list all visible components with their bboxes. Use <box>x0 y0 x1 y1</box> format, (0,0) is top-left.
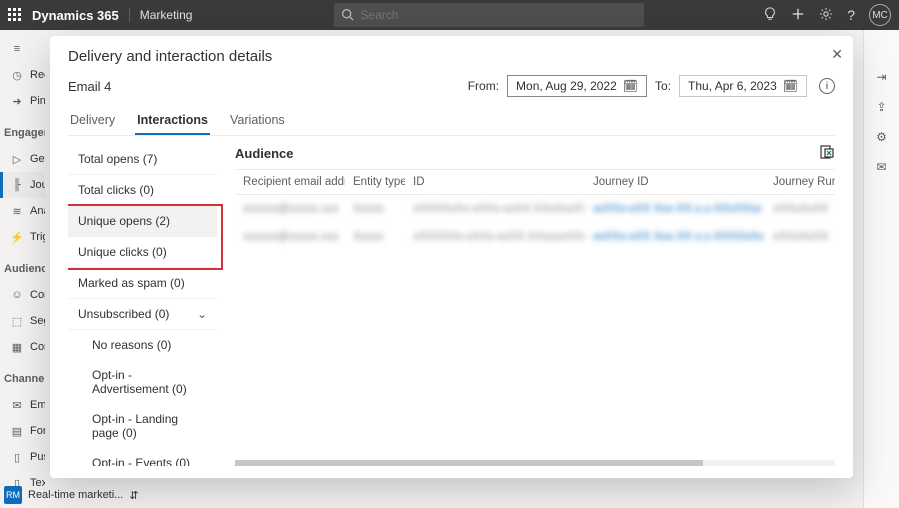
horizontal-scrollbar[interactable] <box>235 460 835 466</box>
calendar-icon: 🗓 <box>783 79 798 93</box>
metric-optin-ad[interactable]: Opt-in - Advertisement (0) <box>68 360 217 404</box>
audience-table: Recipient email address Entity type ID J… <box>235 169 835 251</box>
audience-panel: Audience Recipient email address Entity … <box>223 144 835 466</box>
close-button[interactable]: ✕ <box>831 46 843 63</box>
to-date-value: Thu, Apr 6, 2023 <box>688 79 777 93</box>
nav-analytics[interactable]: ≋Ana <box>0 198 45 224</box>
nav-contacts[interactable]: ☺Con <box>0 282 45 308</box>
from-date-picker[interactable]: Mon, Aug 29, 2022 🗓 <box>507 75 647 97</box>
nav-recent[interactable]: ◷Rec <box>0 62 45 88</box>
col-journey-run[interactable]: Journey Run <box>765 170 835 195</box>
area-label: Real-time marketi... <box>28 489 123 501</box>
metric-total-clicks[interactable]: Total clicks (0) <box>68 175 217 206</box>
col-entity-type[interactable]: Entity type <box>345 170 405 195</box>
metric-unique-opens[interactable]: Unique opens (2) <box>68 206 217 237</box>
modal-tabs: Delivery Interactions Variations <box>68 107 835 136</box>
nav-triggers[interactable]: ⚡Trig <box>0 224 45 250</box>
rail-export-icon[interactable]: ⇪ <box>876 100 886 114</box>
chevron-updown-icon: ⇵ <box>129 489 138 502</box>
rail-expand-icon[interactable]: ⇥ <box>876 70 886 84</box>
nav-header-audience: Audienc <box>0 256 45 282</box>
nav-consent[interactable]: ▦Con <box>0 334 45 360</box>
nav-header-engagement: Engagem <box>0 120 45 146</box>
lightbulb-icon[interactable] <box>763 7 777 24</box>
export-excel-icon[interactable] <box>819 144 835 163</box>
nav-hamburger[interactable]: ≡ <box>0 36 45 62</box>
nav-journeys[interactable]: ╟Jou <box>0 172 45 198</box>
search-box[interactable] <box>334 3 644 27</box>
app-launcher-icon[interactable] <box>8 8 22 22</box>
metric-unique-clicks[interactable]: Unique clicks (0) <box>68 237 217 268</box>
metric-optin-landing[interactable]: Opt-in - Landing page (0) <box>68 404 217 448</box>
rail-mail-icon[interactable]: ✉ <box>876 160 886 174</box>
plus-icon[interactable] <box>791 7 805 24</box>
tab-interactions[interactable]: Interactions <box>135 107 210 135</box>
details-modal: ✕ Delivery and interaction details Email… <box>50 36 853 478</box>
metric-no-reasons[interactable]: No reasons (0) <box>68 330 217 360</box>
top-bar: Dynamics 365 Marketing ? MC <box>0 0 899 30</box>
metrics-list: Total opens (7) Total clicks (0) Unique … <box>68 144 223 466</box>
chevron-down-icon: ⌄ <box>197 307 207 321</box>
tab-delivery[interactable]: Delivery <box>68 107 117 135</box>
from-date-value: Mon, Aug 29, 2022 <box>516 79 617 93</box>
tab-variations[interactable]: Variations <box>228 107 287 135</box>
avatar[interactable]: MC <box>869 4 891 26</box>
calendar-icon: 🗓 <box>623 79 638 93</box>
audience-title: Audience <box>235 146 294 161</box>
col-journey-id[interactable]: Journey ID <box>585 170 765 195</box>
left-nav: ≡ ◷Rec ➜Pin Engagem ▷Get ╟Jou ≋Ana ⚡Trig… <box>0 30 45 508</box>
gear-icon[interactable] <box>819 7 833 24</box>
brand: Dynamics 365 Marketing <box>8 8 192 23</box>
search-icon <box>341 8 354 24</box>
modal-title: Delivery and interaction details <box>68 48 835 65</box>
app-name: Marketing <box>129 8 193 22</box>
to-date-picker[interactable]: Thu, Apr 6, 2023 🗓 <box>679 75 807 97</box>
nav-segments[interactable]: ⬚Seg <box>0 308 45 334</box>
nav-forms[interactable]: ▤For <box>0 418 45 444</box>
table-row[interactable]: xxxxxx@xxxxx.xxx Xxxxx xXXXXxXx-xXXx-xxX… <box>235 195 835 224</box>
nav-emails[interactable]: ✉Em <box>0 392 45 418</box>
table-row[interactable]: xxxxxx@xxxxx.xxx Xxxxx xXXXXXx-xXXx-xxXX… <box>235 223 835 251</box>
brand-text: Dynamics 365 <box>32 8 119 23</box>
metric-marked-spam[interactable]: Marked as spam (0) <box>68 268 217 299</box>
help-icon[interactable]: ? <box>847 7 855 23</box>
area-badge: RM <box>4 486 22 504</box>
search-input[interactable] <box>334 3 644 27</box>
col-recipient[interactable]: Recipient email address <box>235 170 345 195</box>
area-switcher[interactable]: RM Real-time marketi... ⇵ <box>4 486 139 504</box>
right-rail: ⇥ ⇪ ⚙ ✉ <box>863 30 899 508</box>
metric-unsubscribed[interactable]: Unsubscribed (0)⌄ <box>68 299 217 330</box>
info-icon[interactable]: i <box>819 78 835 94</box>
col-id[interactable]: ID <box>405 170 585 195</box>
nav-push[interactable]: ▯Pus <box>0 444 45 470</box>
metric-total-opens[interactable]: Total opens (7) <box>68 144 217 175</box>
nav-get-started[interactable]: ▷Get <box>0 146 45 172</box>
to-label: To: <box>655 79 671 93</box>
rail-gear-icon[interactable]: ⚙ <box>876 130 887 144</box>
email-name: Email 4 <box>68 79 111 94</box>
metric-optin-events[interactable]: Opt-in - Events (0) <box>68 448 217 466</box>
from-label: From: <box>468 79 499 93</box>
nav-pinned[interactable]: ➜Pin <box>0 88 45 114</box>
nav-header-channels: Channel <box>0 366 45 392</box>
